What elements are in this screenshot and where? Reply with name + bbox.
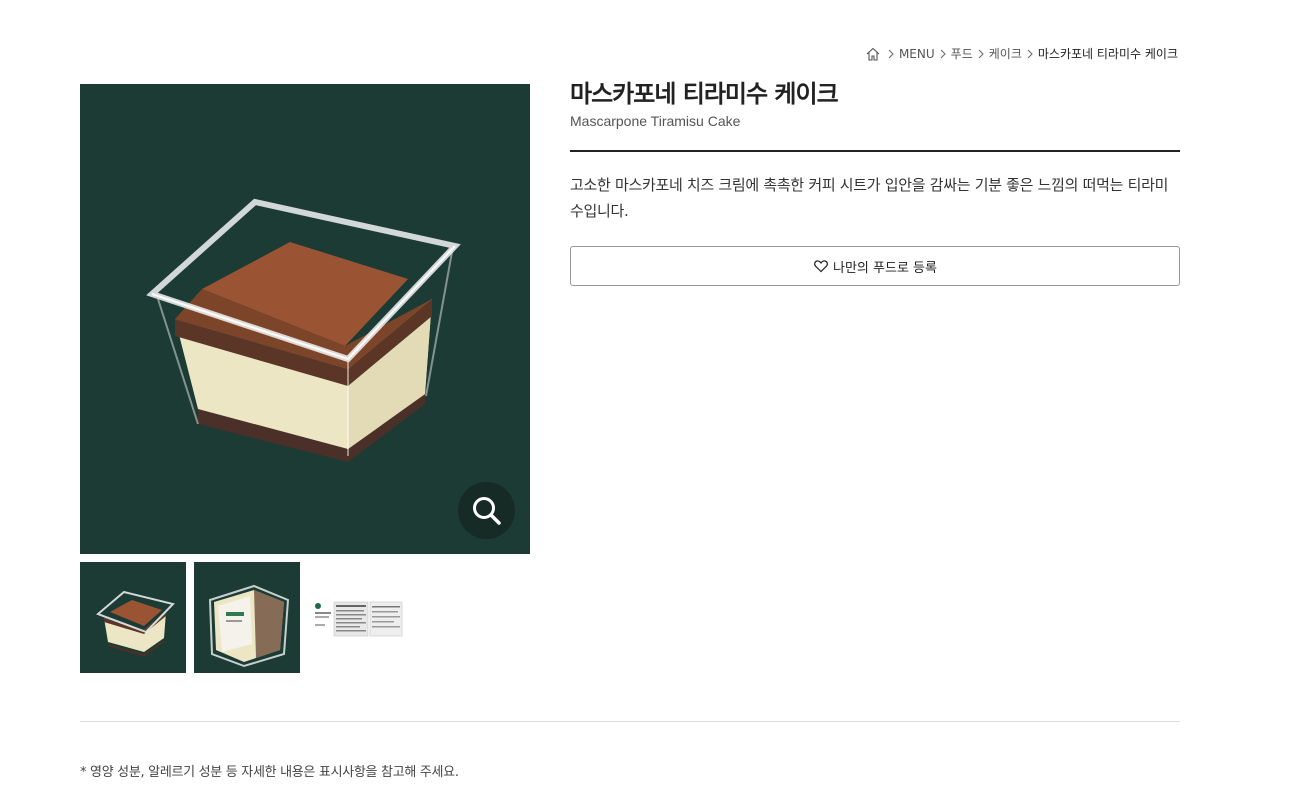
title-divider (570, 150, 1180, 152)
breadcrumb-food[interactable]: 푸드 (951, 45, 973, 62)
breadcrumb-menu[interactable]: MENU (899, 47, 935, 61)
product-english-title: Mascarpone Tiramisu Cake (570, 113, 741, 129)
magnifier-icon (472, 496, 501, 525)
home-icon[interactable] (865, 46, 881, 62)
tiramisu-cake-illustration (146, 198, 461, 462)
chevron-right-icon (888, 49, 894, 58)
thumbnail-nutrition-label[interactable] (308, 562, 414, 673)
product-main-image (80, 84, 530, 554)
chevron-right-icon (1027, 49, 1033, 58)
add-favorite-food-button[interactable]: 나만의 푸드로 등록 (570, 246, 1180, 286)
add-favorite-label: 나만의 푸드로 등록 (833, 260, 937, 276)
thumbnail-front-view[interactable] (80, 562, 186, 673)
chevron-right-icon (978, 49, 984, 58)
breadcrumb: MENU 푸드 케이크 마스카포네 티라미수 케이크 (865, 45, 1178, 62)
chevron-right-icon (940, 49, 946, 58)
nutrition-footnote: * 영양 성분, 알레르기 성분 등 자세한 내용은 표시사항을 참고해 주세요… (80, 765, 459, 780)
section-divider (80, 721, 1180, 722)
heart-icon (814, 260, 828, 273)
breadcrumb-cake[interactable]: 케이크 (989, 45, 1022, 62)
product-title: 마스카포네 티라미수 케이크 (570, 80, 839, 108)
product-info: 마스카포네 티라미수 케이크 Mascarpone Tiramisu Cake … (570, 78, 1180, 286)
zoom-button[interactable] (458, 482, 515, 539)
thumbnail-list (80, 562, 414, 673)
product-description: 고소한 마스카포네 치즈 크림에 촉촉한 커피 시트가 입안을 감싸는 기분 좋… (570, 176, 1169, 220)
thumbnail-package-view[interactable] (194, 562, 300, 673)
breadcrumb-current: 마스카포네 티라미수 케이크 (1037, 47, 1178, 61)
